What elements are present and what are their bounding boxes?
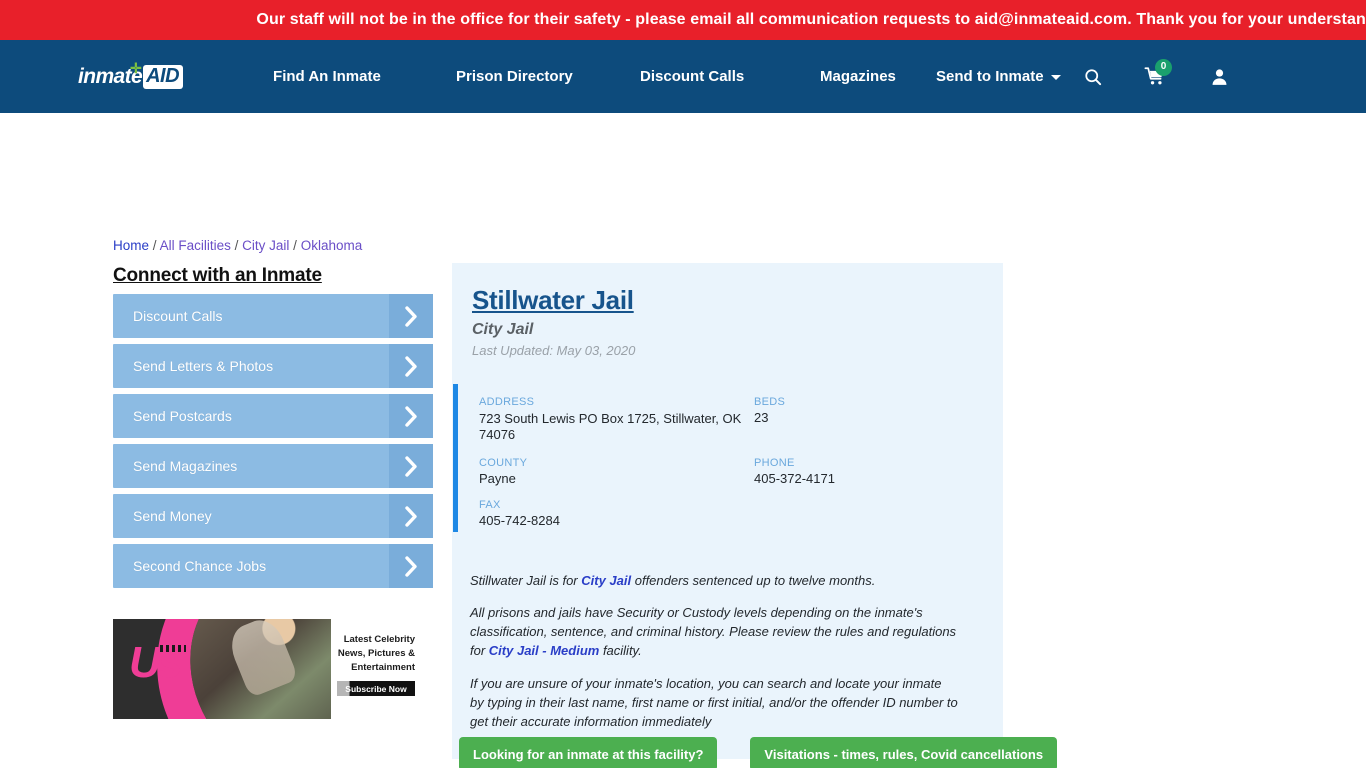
breadcrumb: Home / All Facilities / City Jail / Okla…	[113, 238, 362, 253]
chevron-right-button[interactable]	[389, 344, 433, 388]
chevron-right-button[interactable]	[389, 494, 433, 538]
main-navigation-bar: inmate ✛ AID Find An Inmate Prison Direc…	[0, 40, 1366, 113]
search-button[interactable]	[1070, 57, 1116, 97]
cart-count-badge: 0	[1155, 58, 1173, 76]
desc-text: Stillwater Jail is for	[470, 572, 582, 588]
link-city-jail[interactable]: City Jail	[581, 573, 631, 588]
breadcrumb-separator: /	[152, 238, 157, 253]
sidebar-item-send-postcards[interactable]: Send Postcards	[113, 394, 433, 438]
field-beds: BEDS 23	[754, 396, 1003, 443]
breadcrumb-item-city-jail[interactable]: City Jail	[242, 238, 289, 253]
sidebar-item-send-money[interactable]: Send Money	[113, 494, 433, 538]
account-button[interactable]	[1196, 57, 1242, 97]
breadcrumb-item-home[interactable]: Home	[113, 238, 149, 253]
nav-item-label: Find An Inmate	[273, 68, 381, 85]
sidebar-item-discount-calls[interactable]: Discount Calls	[113, 294, 433, 338]
chevron-right-button[interactable]	[389, 444, 433, 488]
sidebar-item-label: Send Magazines	[133, 458, 238, 474]
ad-brand-dots-icon	[160, 645, 186, 652]
field-spacer	[754, 499, 1003, 541]
nav-item-send-to-inmate[interactable]: Send to Inmate	[936, 68, 1061, 85]
field-label: COUNTY	[479, 456, 528, 469]
field-value: 23	[754, 410, 769, 425]
sidebar-item-label: Send Money	[133, 508, 212, 524]
page-body: Home / All Facilities / City Jail / Okla…	[0, 113, 1366, 768]
field-address: ADDRESS 723 South Lewis PO Box 1725, Sti…	[479, 396, 754, 443]
sidebar-item-label: Second Chance Jobs	[133, 558, 267, 574]
visitations-button[interactable]: Visitations - times, rules, Covid cancel…	[750, 737, 1058, 768]
nav-item-prison-directory[interactable]: Prison Directory	[456, 68, 640, 85]
nav-links: Find An Inmate Prison Directory Discount…	[273, 68, 1061, 85]
field-value: Payne	[479, 470, 516, 486]
sidebar-item-label: Send Letters & Photos	[133, 358, 274, 374]
link-city-jail-medium[interactable]: City Jail - Medium	[489, 643, 600, 658]
description-paragraph-2: All prisons and jails have Security or C…	[470, 603, 958, 661]
sidebar-item-send-letters-photos[interactable]: Send Letters & Photos	[113, 344, 433, 388]
field-label: BEDS	[754, 396, 786, 408]
logo-aid-badge: AID	[143, 64, 184, 89]
chevron-right-icon	[404, 405, 417, 427]
sidebar-menu: Discount Calls Send Letters & Photos Sen…	[113, 294, 433, 594]
nav-icon-group: 0	[1070, 57, 1242, 97]
ad-subscribe-button[interactable]: Subscribe Now	[337, 681, 415, 696]
sidebar-item-label: Discount Calls	[133, 308, 223, 324]
chevron-right-button[interactable]	[389, 294, 433, 338]
site-logo[interactable]: inmate ✛ AID	[78, 61, 184, 89]
alert-message: Our staff will not be in the office for …	[256, 11, 1366, 28]
nav-item-discount-calls[interactable]: Discount Calls	[640, 68, 820, 85]
chevron-right-button[interactable]	[389, 394, 433, 438]
action-button-group: Looking for an inmate at this facility? …	[459, 737, 1058, 768]
breadcrumb-separator: /	[234, 238, 239, 253]
advertisement-banner[interactable]: Us Latest Celebrity News, Pictures & Ent…	[113, 619, 419, 719]
cart-button[interactable]: 0	[1132, 57, 1178, 97]
chevron-right-icon	[404, 355, 417, 377]
logo-cross-icon: ✛	[130, 59, 142, 76]
chevron-down-icon	[1050, 75, 1061, 80]
field-county: COUNTY Payne	[479, 457, 754, 485]
chevron-right-icon	[404, 555, 417, 577]
sidebar-item-send-magazines[interactable]: Send Magazines	[113, 444, 433, 488]
accent-bar	[453, 384, 458, 532]
facility-title: Stillwater Jail	[472, 285, 634, 315]
desc-text: facility.	[599, 643, 642, 659]
ad-tagline: Latest Celebrity News, Pictures & Entert…	[337, 634, 415, 673]
field-label: PHONE	[754, 456, 795, 469]
facility-description: Stillwater Jail is for City Jail offende…	[452, 557, 1003, 760]
nav-item-label: Magazines	[820, 68, 896, 85]
breadcrumb-separator: /	[293, 238, 297, 253]
user-icon	[1212, 68, 1227, 85]
chevron-right-icon	[404, 305, 417, 327]
search-icon	[1085, 68, 1102, 85]
facility-last-updated: Last Updated: May 03, 2020	[472, 343, 636, 358]
facility-type: City Jail	[472, 321, 534, 338]
field-value: 405-742-8284	[479, 512, 560, 528]
description-paragraph-1: Stillwater Jail is for City Jail offende…	[470, 571, 958, 590]
chevron-right-button[interactable]	[389, 544, 433, 588]
site-alert-banner: Our staff will not be in the office for …	[0, 0, 1366, 40]
chevron-right-icon	[404, 505, 417, 527]
desc-text: offenders sentenced up to twelve months.	[631, 572, 876, 588]
field-label: FAX	[479, 498, 501, 511]
field-phone: PHONE 405-372-4171	[754, 457, 1003, 485]
sidebar-heading: Connect with an Inmate	[113, 265, 322, 286]
facility-details-block: ADDRESS 723 South Lewis PO Box 1725, Sti…	[452, 384, 1003, 557]
field-label: ADDRESS	[479, 396, 535, 408]
breadcrumb-item-oklahoma[interactable]: Oklahoma	[301, 238, 363, 253]
facility-info-panel: Stillwater Jail City Jail Last Updated: …	[452, 263, 1003, 760]
field-value: 405-372-4171	[754, 470, 835, 486]
chevron-right-icon	[404, 455, 417, 477]
sidebar-item-label: Send Postcards	[133, 408, 232, 424]
nav-item-label: Discount Calls	[640, 68, 745, 85]
field-fax: FAX 405-742-8284	[479, 499, 754, 527]
inmate-search-button[interactable]: Looking for an inmate at this facility?	[459, 737, 718, 768]
nav-item-label: Send to Inmate	[936, 68, 1044, 85]
description-paragraph-3: If you are unsure of your inmate's locat…	[470, 675, 958, 730]
nav-item-magazines[interactable]: Magazines	[820, 68, 936, 85]
sidebar-item-second-chance-jobs[interactable]: Second Chance Jobs	[113, 544, 433, 588]
nav-item-label: Prison Directory	[456, 68, 573, 85]
nav-item-find-an-inmate[interactable]: Find An Inmate	[273, 68, 456, 85]
breadcrumb-item-all-facilities[interactable]: All Facilities	[160, 238, 231, 253]
facility-details-grid: ADDRESS 723 South Lewis PO Box 1725, Sti…	[452, 396, 1003, 541]
field-value: 723 South Lewis PO Box 1725, Stillwater,…	[479, 411, 742, 442]
